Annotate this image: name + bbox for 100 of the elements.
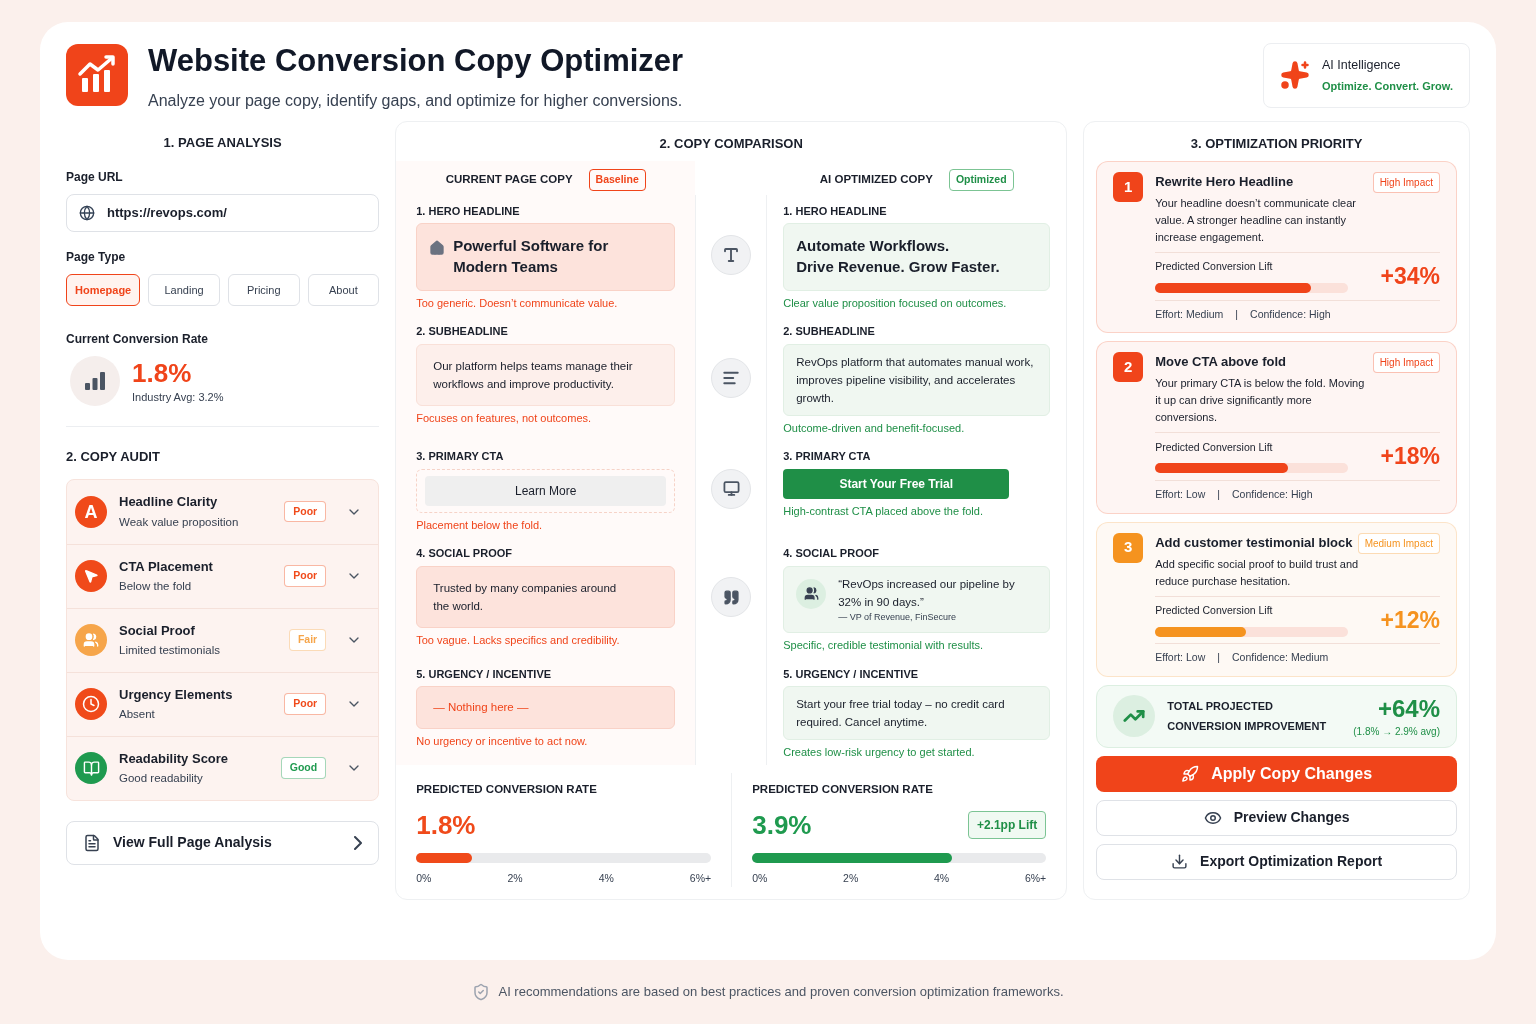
improvement-note: Outcome-driven and benefit-focused. [783,420,966,436]
conversion-rate: 1.8% [132,356,193,389]
section-label: 5. URGENCY / INCENTIVE [783,666,920,682]
current-copy-text: Our platform helps teams manage their workflows and improve productivity. [433,358,634,392]
effort-meta: | [1235,306,1239,322]
optimized-copy-text: RevOps platform that automates manual work, improves pipeline visibility, and accelerates growth. [796,354,1035,406]
column-heading: CURRENT PAGE COPY [445,172,573,188]
optimized-badge: Optimized [948,169,1014,191]
section-label: 1. HERO HEADLINE [416,203,521,219]
empty-copy-box: — Nothing here — [416,686,676,730]
users-icon [83,632,99,648]
audit-row[interactable]: Social Proof Limited testimonials Fair [67,607,379,672]
url-field[interactable]: https://revops.com/ [66,194,380,232]
audit-subtitle: Weak value proposition [119,514,240,530]
audit-title: Social Proof [119,621,196,640]
issue-note: No urgency or incentive to act now. [416,734,589,750]
rank-badge: 2 [1113,352,1144,383]
rank-badge: 3 [1113,532,1144,563]
prediction-label: PREDICTED CONVERSION RATE [416,781,598,797]
priority-description: Your headline doesn’t communicate clear value. A stronger headline can instantly increase engagement. [1155,196,1357,245]
audit-row[interactable]: CTA Placement Below the fold Poor [67,543,379,608]
lift-label: Predicted Conversion Lift [1155,602,1274,618]
total-value: +64% [1377,693,1440,724]
axis-tick: 2% [843,870,859,886]
free-trial-button[interactable]: Start Your Free Trial [783,468,1010,499]
shield-icon [472,982,491,1001]
testimonial-quote: “RevOps increased our pipeline by 32% in 90 days.” [838,576,1016,610]
priority-description: Add specific social proof to build trust and reduce purchase hesitation. [1155,556,1360,589]
axis-tick: 2% [507,870,523,886]
chart-badge-icon [70,356,120,406]
letter-icon: A [84,497,98,526]
impact-badge: High Impact [1372,352,1440,374]
rating-badge: Poor [284,693,327,715]
chevron-right-icon [354,835,363,850]
audit-subtitle: Good readability [119,771,204,787]
page-analysis-heading: 1. PAGE ANALYSIS [162,133,283,152]
ai-badge-tagline: Optimize. Convert. Grow. [1322,79,1453,95]
priority-heading: 3. OPTIMIZATION PRIORITY [1189,134,1364,153]
issue-note: Too generic. Doesn’t communicate value. [416,295,619,311]
issue-note: Focuses on features, not outcomes. [416,410,593,426]
axis-tick: 4% [934,870,950,886]
lift-badge: +2.1pp Lift [967,811,1047,840]
document-icon [83,833,101,852]
section-label: 3. PRIMARY CTA [416,449,505,464]
copy-comparison-heading: 2. COPY COMPARISON [658,134,804,153]
section-label: 4. SOCIAL PROOF [783,546,880,561]
audit-row[interactable]: Readability Score Good readability Good [67,735,379,800]
learn-more-button[interactable]: Learn More [425,475,667,506]
section-label: 2. SUBHEADLINE [416,324,509,339]
predicted-rate: 1.8% [416,808,476,842]
optimized-copy-text: Start your free trial today – no credit card required. Cancel anytime. [796,697,1006,730]
field-label: Current Conversion Rate [66,331,210,348]
page-type-tab[interactable]: Landing [148,274,220,306]
effort-meta: Effort: Low [1155,486,1206,502]
ai-badge-title: AI Intelligence [1322,56,1402,74]
lift-label: Predicted Conversion Lift [1155,439,1274,455]
app-subtitle: Analyze your page copy, identify gaps, and optimize for higher conversions. [148,90,684,111]
field-label: Page URL [66,169,124,186]
audit-row[interactable]: A Headline Clarity Weak value proposition Poor [67,479,379,544]
impact-badge: High Impact [1372,172,1440,193]
logo-icon [66,44,128,107]
clock-icon [82,695,100,713]
priority-title: Rewrite Hero Headline [1155,173,1294,191]
section-label: 2. SUBHEADLINE [783,324,876,339]
action-button[interactable]: Preview Changes [1096,799,1457,836]
apply-button[interactable]: Apply Copy Changes [1096,755,1457,792]
axis-tick: 6%+ [1024,870,1047,886]
effort-meta: | [1217,650,1220,665]
rating-badge: Poor [284,500,327,523]
effort-meta: Confidence: High [1250,306,1331,322]
field-label: Page Type [66,249,127,266]
lift-value: +12% [1379,605,1440,635]
section-label: 5. URGENCY / INCENTIVE [416,666,553,682]
globe-icon [79,205,95,221]
optimized-headline: Drive Revenue. Grow Faster. [796,256,1001,277]
footer-note: AI recommendations are based on best practices and proven conversion optimization frameworks. [498,983,1064,1001]
optimized-headline: Automate Workflows. [796,236,951,257]
audit-title: Readability Score [119,749,230,768]
action-button[interactable]: Export Optimization Report [1096,843,1457,880]
total-detail: (1.8% → 2.9% avg) [1353,724,1440,739]
audit-title: Urgency Elements [119,685,234,704]
sparkle-icon [1280,60,1310,91]
priority-title: Add customer testimonial block [1155,533,1353,552]
view-analysis-button[interactable]: View Full Page Analysis [66,820,380,865]
rating-badge: Poor [284,565,327,587]
rank-badge: 1 [1113,172,1144,202]
audit-subtitle: Limited testimonials [119,643,221,659]
improvement-note: Creates low-risk urgency to get started. [783,745,976,760]
page-type-tab[interactable]: About [307,274,380,306]
cursor-icon [83,568,99,584]
axis-tick: 0% [416,870,432,886]
improvement-note: High-contrast CTA placed above the fold. [783,503,984,519]
audit-title: CTA Placement [119,557,214,576]
priority-title: Move CTA above fold [1155,353,1286,372]
audit-subtitle: Absent [119,707,156,723]
lift-value: +34% [1379,262,1440,291]
house-icon [429,240,446,257]
audit-row[interactable]: Urgency Elements Absent Poor [67,671,379,736]
impact-badge: Medium Impact [1357,532,1440,554]
page-type-tab[interactable]: Pricing [227,274,300,306]
